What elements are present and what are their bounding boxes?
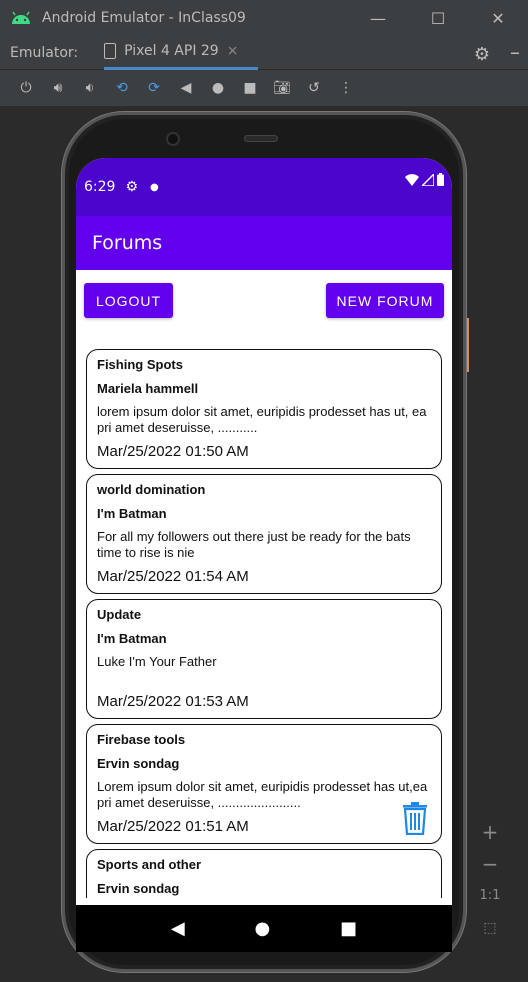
android-icon: [12, 11, 30, 24]
android-nav-bar: ◀ ● ■: [76, 905, 452, 952]
forum-body: Luke I'm Your Father: [97, 654, 217, 669]
overview-icon[interactable]: ■: [234, 77, 266, 99]
logout-button[interactable]: LOGOUT: [84, 283, 173, 318]
forum-title: Update: [97, 607, 142, 622]
back-icon[interactable]: ◀: [170, 77, 202, 99]
forum-body: lorem ipsum dolor sit amet, euripidis pr…: [97, 404, 427, 435]
zoom-controls: + − 1:1 ⬚: [474, 816, 506, 946]
tab-pixel4[interactable]: Pixel 4 API 29 ×: [104, 36, 259, 70]
action-row: LOGOUT NEW FORUM: [76, 270, 452, 326]
device-icon: [104, 43, 117, 59]
forum-title: Sports and other: [97, 857, 202, 872]
app-bar: Forums: [76, 216, 452, 270]
forum-date: Mar/25/2022 01:53 AM: [97, 693, 249, 710]
home-icon[interactable]: ●: [202, 77, 234, 99]
snapshot-icon[interactable]: ↺: [298, 77, 330, 99]
forum-date: Mar/25/2022 01:51 AM: [97, 818, 249, 835]
app-title: Forums: [92, 232, 163, 254]
close-window-button[interactable]: ✕: [468, 0, 528, 36]
nav-recents-icon[interactable]: ■: [340, 918, 357, 939]
earpiece-speaker: [244, 135, 278, 142]
volume-up-icon[interactable]: 🔊︎: [42, 77, 74, 99]
volume-down-icon[interactable]: 🔉︎: [74, 77, 106, 99]
emulator-toolbar: ⏻ 🔊︎ 🔉︎ ⟲ ⟳ ◀ ● ■ 📷︎ ↺ ⋮: [0, 70, 528, 106]
window-title: Android Emulator - InClass09: [42, 10, 246, 26]
notification-dot-icon: ●: [150, 181, 159, 193]
forum-card[interactable]: Sports and other Ervin sondag: [86, 849, 442, 898]
trash-icon[interactable]: [401, 801, 429, 835]
forum-body: Lorem ipsum dolor sit amet, euripidis pr…: [97, 779, 428, 810]
forum-card[interactable]: Firebase tools Ervin sondag Lorem ipsum …: [86, 724, 442, 844]
battery-icon: [437, 173, 444, 186]
zoom-fit-icon[interactable]: ⬚: [474, 912, 506, 944]
forum-title: Fishing Spots: [97, 357, 183, 372]
emulator-tabbar: Emulator: Pixel 4 API 29 × ⚙ –: [0, 36, 528, 70]
forum-card[interactable]: Update I'm Batman Luke I'm Your Father M…: [86, 599, 442, 719]
forum-card[interactable]: world domination I'm Batman For all my f…: [86, 474, 442, 594]
zoom-out-button[interactable]: −: [474, 848, 506, 880]
camera-icon[interactable]: 📷︎: [266, 77, 298, 99]
more-options-icon[interactable]: ⋮: [330, 77, 362, 99]
minimize-button[interactable]: —: [348, 0, 408, 36]
forum-title: Firebase tools: [97, 732, 186, 747]
forum-date: Mar/25/2022 01:54 AM: [97, 568, 249, 585]
status-time: 6:29: [84, 179, 116, 195]
hide-panel-icon[interactable]: –: [510, 40, 520, 64]
signal-icon: [422, 173, 434, 186]
scroll-indicator: [466, 318, 469, 372]
nav-back-icon[interactable]: ◀: [171, 918, 185, 939]
new-forum-button[interactable]: NEW FORUM: [326, 283, 444, 318]
tab-label: Pixel 4 API 29: [124, 43, 219, 59]
power-icon[interactable]: ⏻: [10, 77, 42, 99]
settings-gear-icon[interactable]: ⚙: [474, 44, 490, 65]
tab-close-icon[interactable]: ×: [227, 43, 239, 59]
wifi-icon: [405, 173, 419, 186]
window-titlebar: Android Emulator - InClass09 — ☐ ✕: [0, 0, 528, 36]
forum-author: I'm Batman: [97, 506, 167, 521]
forum-author: I'm Batman: [97, 631, 167, 646]
forum-author: Ervin sondag: [97, 881, 180, 896]
forum-card[interactable]: Fishing Spots Mariela hammell lorem ipsu…: [86, 349, 442, 469]
forum-body: For all my followers out there just be r…: [97, 529, 411, 560]
forum-author: Mariela hammell: [97, 381, 199, 396]
settings-notification-icon: ⚙: [125, 179, 139, 195]
zoom-actual-size-button[interactable]: 1:1: [474, 880, 506, 912]
front-camera: [166, 132, 180, 146]
rotate-left-icon[interactable]: ⟲: [106, 77, 138, 99]
zoom-in-button[interactable]: +: [474, 816, 506, 848]
forum-list[interactable]: Fishing Spots Mariela hammell lorem ipsu…: [86, 349, 442, 898]
forum-date: Mar/25/2022 01:50 AM: [97, 443, 249, 460]
emulator-label: Emulator:: [10, 44, 79, 61]
status-bar: 6:29 ⚙ ●: [76, 158, 452, 216]
forum-title: world domination: [97, 482, 206, 497]
rotate-right-icon[interactable]: ⟳: [138, 77, 170, 99]
nav-home-icon[interactable]: ●: [255, 918, 271, 939]
maximize-button[interactable]: ☐: [408, 0, 468, 36]
forum-author: Ervin sondag: [97, 756, 180, 771]
